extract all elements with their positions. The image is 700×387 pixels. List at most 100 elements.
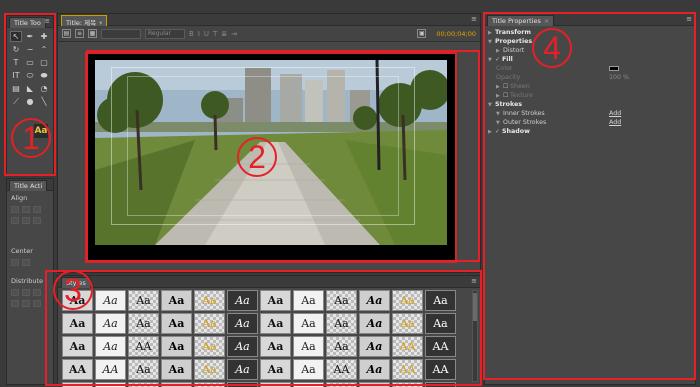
style-swatch[interactable]: Aa bbox=[95, 290, 126, 311]
path-type-tool-icon[interactable]: ⟋ bbox=[10, 96, 22, 107]
ellipse-tool-icon[interactable]: ⬬ bbox=[38, 70, 50, 81]
center-horizontal-icon[interactable] bbox=[11, 259, 19, 266]
show-background-icon[interactable]: ▣ bbox=[417, 29, 427, 38]
style-swatch[interactable]: Aa bbox=[392, 382, 423, 387]
tab-title-tools[interactable]: Title Too bbox=[9, 17, 46, 28]
style-swatch[interactable]: Aa bbox=[161, 336, 192, 357]
rounded-rect-tool-icon[interactable]: ▢ bbox=[38, 57, 50, 68]
pen-tool-icon[interactable]: ✒ bbox=[24, 31, 36, 42]
style-swatch[interactable]: Aa bbox=[326, 313, 357, 334]
style-swatch[interactable]: Aa bbox=[161, 359, 192, 380]
style-swatch[interactable]: Aa bbox=[95, 382, 126, 387]
strokes-section[interactable]: ▼ Strokes bbox=[488, 100, 692, 109]
style-swatch[interactable]: Aa bbox=[425, 382, 456, 387]
properties-section[interactable]: ▼ Properties bbox=[488, 37, 692, 46]
style-swatch[interactable]: Aa bbox=[194, 359, 225, 380]
inner-strokes-row[interactable]: ▼ Inner Strokes Add bbox=[488, 109, 692, 118]
style-swatch[interactable]: Aa bbox=[326, 336, 357, 357]
style-swatch[interactable]: Aa bbox=[227, 290, 258, 311]
style-swatch[interactable]: Aa bbox=[260, 359, 291, 380]
style-swatch[interactable]: Aa bbox=[293, 359, 324, 380]
tab-title-editor[interactable]: Title: 제목 ▾ bbox=[61, 15, 108, 27]
style-swatch[interactable]: Aa bbox=[227, 313, 258, 334]
style-swatch[interactable]: Aa bbox=[260, 313, 291, 334]
style-swatch[interactable]: Aa bbox=[425, 290, 456, 311]
style-swatch[interactable]: Aa bbox=[62, 382, 93, 387]
area-type-tool-icon[interactable]: ▤ bbox=[10, 83, 22, 94]
tab-title-actions[interactable]: Title Acti bbox=[9, 180, 48, 191]
distribute-right-icon[interactable] bbox=[33, 289, 41, 296]
font-size-icon[interactable]: T bbox=[213, 30, 217, 38]
arc-tool-icon[interactable]: ◔ bbox=[38, 83, 50, 94]
align-left-icon[interactable] bbox=[11, 206, 19, 213]
panel-menu-icon[interactable]: ≡ bbox=[471, 15, 477, 23]
style-swatch[interactable]: Aa bbox=[260, 336, 291, 357]
timecode[interactable]: 00;00;04;00 bbox=[436, 30, 476, 38]
line-tool-icon[interactable]: ╲ bbox=[38, 96, 50, 107]
distribute-bottom-icon[interactable] bbox=[33, 300, 41, 307]
style-swatch[interactable]: Aa bbox=[62, 313, 93, 334]
distribute-center-icon[interactable] bbox=[22, 289, 30, 296]
style-swatch[interactable]: AA bbox=[128, 336, 159, 357]
ellipse-outline-tool-icon[interactable]: ● bbox=[24, 96, 36, 107]
selection-tool-icon[interactable]: ↖ bbox=[10, 31, 22, 42]
style-swatch[interactable]: Aa bbox=[392, 290, 423, 311]
transform-section[interactable]: ▶ Transform bbox=[488, 28, 692, 37]
fill-section[interactable]: ▼ ✓ Fill bbox=[488, 55, 692, 64]
add-outer-stroke-link[interactable]: Add bbox=[609, 118, 621, 127]
style-swatch[interactable]: Aa bbox=[293, 336, 324, 357]
rotate-tool-icon[interactable]: ↻ bbox=[10, 44, 22, 55]
style-swatch[interactable]: AA bbox=[95, 359, 126, 380]
italic-icon[interactable]: I bbox=[198, 30, 200, 38]
roll-crawl-icon[interactable]: ≡ bbox=[75, 29, 84, 38]
distribute-left-icon[interactable] bbox=[11, 289, 19, 296]
wedge-tool-icon[interactable]: ◣ bbox=[24, 83, 36, 94]
style-swatch[interactable]: Aa bbox=[194, 382, 225, 387]
style-swatch[interactable]: AA bbox=[392, 336, 423, 357]
font-style-field[interactable]: Regular bbox=[145, 28, 185, 39]
color-row[interactable]: Color bbox=[488, 64, 692, 73]
style-swatch[interactable]: AA bbox=[392, 359, 423, 380]
style-swatch[interactable]: AA bbox=[62, 359, 93, 380]
bold-icon[interactable]: B bbox=[189, 30, 194, 38]
style-swatch[interactable]: Aa bbox=[227, 336, 258, 357]
style-swatch[interactable]: AA bbox=[425, 336, 456, 357]
align-right-icon[interactable] bbox=[33, 206, 41, 213]
style-swatch[interactable]: Aa bbox=[359, 313, 390, 334]
style-swatch[interactable]: Aa bbox=[161, 382, 192, 387]
clipped-rect-tool-icon[interactable]: ⬭ bbox=[24, 70, 36, 81]
underline-icon[interactable]: U bbox=[204, 30, 209, 38]
opacity-row[interactable]: Opacity 100 % bbox=[488, 73, 692, 82]
style-swatch[interactable]: Aa bbox=[293, 290, 324, 311]
style-swatch[interactable]: Aa bbox=[227, 359, 258, 380]
style-swatch[interactable]: Aa bbox=[161, 290, 192, 311]
panel-menu-icon[interactable]: ≡ bbox=[471, 277, 477, 285]
delete-anchor-tool-icon[interactable]: − bbox=[24, 44, 36, 55]
style-swatch[interactable]: Aa bbox=[293, 382, 324, 387]
style-swatch[interactable]: Aa bbox=[260, 290, 291, 311]
style-swatch[interactable]: Aa bbox=[128, 359, 159, 380]
font-family-field[interactable] bbox=[101, 28, 141, 39]
style-swatch[interactable]: Aa bbox=[128, 382, 159, 387]
align-top-icon[interactable] bbox=[11, 217, 19, 224]
shadow-section[interactable]: ▶ ✓ Shadow bbox=[488, 127, 692, 136]
align-bottom-icon[interactable] bbox=[33, 217, 41, 224]
style-swatch[interactable]: Aa bbox=[425, 313, 456, 334]
style-swatch[interactable]: AA bbox=[425, 359, 456, 380]
distribute-top-icon[interactable] bbox=[11, 300, 19, 307]
outer-strokes-row[interactable]: ▼ Outer Strokes Add bbox=[488, 118, 692, 127]
convert-anchor-tool-icon[interactable]: ⌃ bbox=[38, 44, 50, 55]
templates-icon[interactable]: ▦ bbox=[88, 29, 97, 38]
style-swatch[interactable]: Aa bbox=[95, 336, 126, 357]
add-anchor-tool-icon[interactable]: ✚ bbox=[38, 31, 50, 42]
style-swatch[interactable]: Aa bbox=[326, 290, 357, 311]
style-swatch[interactable]: Aa bbox=[194, 313, 225, 334]
style-swatch[interactable]: Aa bbox=[95, 313, 126, 334]
scroll-thumb[interactable] bbox=[473, 293, 477, 321]
type-tool-icon[interactable]: T bbox=[10, 57, 22, 68]
style-swatch[interactable]: Aa bbox=[293, 313, 324, 334]
style-swatch[interactable]: Aa bbox=[359, 290, 390, 311]
panel-menu-icon[interactable]: ≡ bbox=[686, 15, 692, 23]
align-text-icon[interactable]: ≣ bbox=[221, 30, 227, 38]
style-swatch[interactable]: Aa bbox=[359, 382, 390, 387]
